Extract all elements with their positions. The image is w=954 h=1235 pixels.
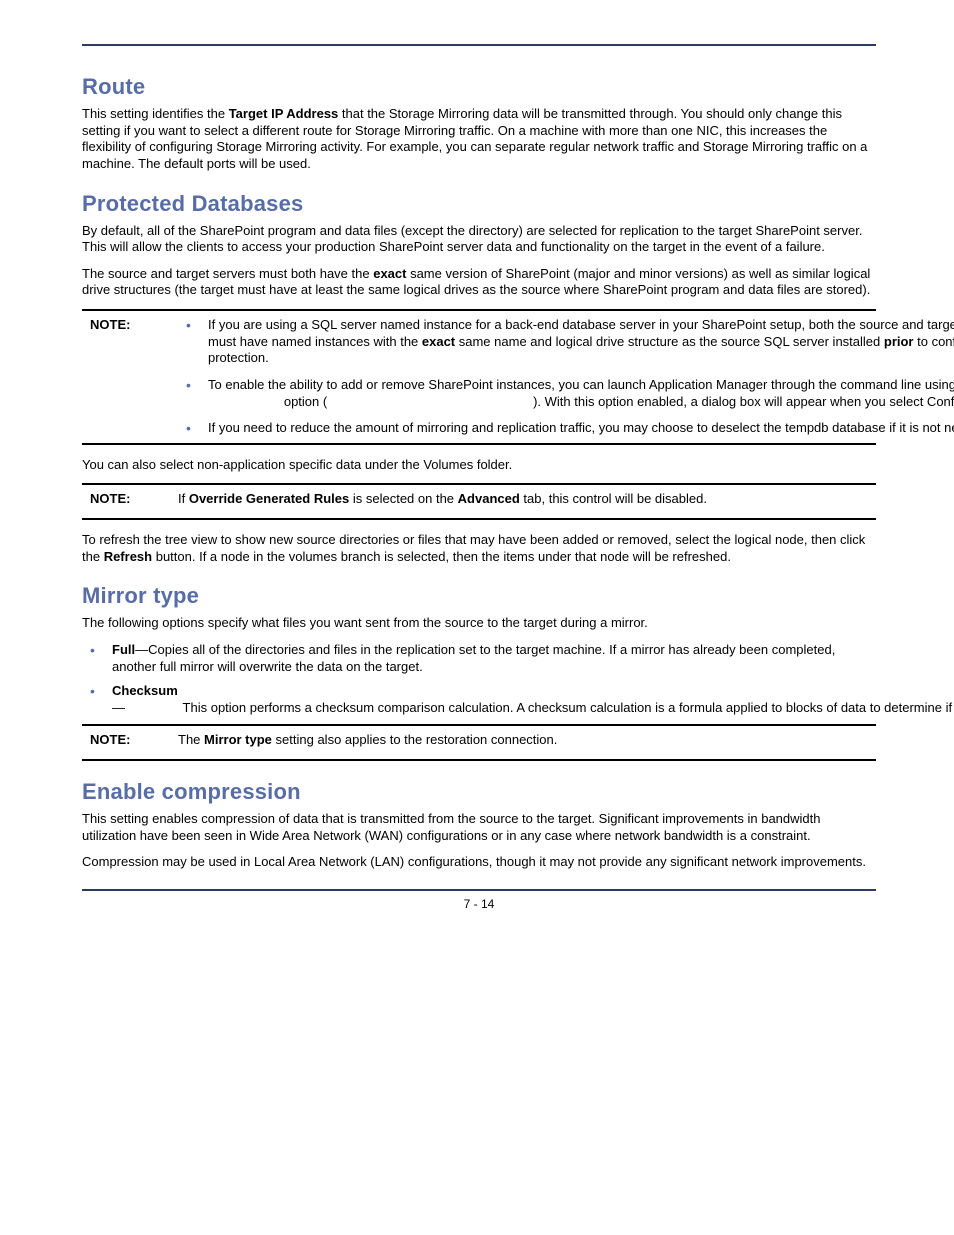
bold-text: exact: [373, 266, 406, 281]
top-rule: [82, 44, 876, 46]
route-body: This setting identifies the Target IP Ad…: [82, 106, 876, 173]
text: same name and logical drive structure as…: [455, 334, 884, 349]
body-list: Full—Copies all of the directories and f…: [82, 642, 876, 717]
text: The: [178, 732, 204, 747]
bold-text: Full: [112, 642, 135, 657]
text: This setting identifies the: [82, 106, 229, 121]
document-page: Route This setting identifies the Target…: [0, 0, 954, 1235]
list-item: To enable the ability to add or remove S…: [178, 377, 954, 410]
note-label: NOTE:: [82, 317, 178, 332]
list-item: If you are using a SQL server named inst…: [178, 317, 954, 367]
bold-text: exact: [422, 334, 455, 349]
note-box: NOTE: The Mirror type setting also appli…: [82, 724, 876, 761]
note-label: NOTE:: [82, 732, 178, 747]
note-list: If you are using a SQL server named inst…: [178, 317, 954, 437]
bold-text: Mirror type: [204, 732, 272, 747]
paragraph: The following options specify what files…: [82, 615, 876, 632]
footer-rule: [82, 889, 876, 891]
note-row: NOTE: If you are using a SQL server name…: [82, 317, 876, 437]
section-protected-databases: Protected Databases By default, all of t…: [82, 191, 876, 566]
note-box: NOTE: If Override Generated Rules is sel…: [82, 483, 876, 520]
text: — This option performs a checksum compar…: [112, 700, 954, 715]
bold-text: Advanced: [458, 491, 520, 506]
list-item: Checksum— This option performs a checksu…: [82, 683, 876, 716]
text: To enable the ability to add or remove S…: [208, 377, 954, 392]
bold-text: Target IP Address: [229, 106, 339, 121]
paragraph: The source and target servers must both …: [82, 266, 876, 299]
section-mirror-type: Mirror type The following options specif…: [82, 583, 876, 761]
note-row: NOTE: The Mirror type setting also appli…: [82, 732, 876, 753]
note-label: NOTE:: [82, 491, 178, 506]
section-enable-compression: Enable compression This setting enables …: [82, 779, 876, 871]
text: If: [178, 491, 189, 506]
heading-protected-databases: Protected Databases: [82, 191, 876, 217]
text: button. If a node in the volumes branch …: [152, 549, 731, 564]
heading-mirror-type: Mirror type: [82, 583, 876, 609]
note-content: If you are using a SQL server named inst…: [178, 317, 954, 437]
heading-enable-compression: Enable compression: [82, 779, 876, 805]
paragraph: By default, all of the SharePoint progra…: [82, 223, 876, 256]
paragraph: If Override Generated Rules is selected …: [178, 491, 870, 508]
page-number: 7 - 14: [82, 897, 876, 911]
heading-route: Route: [82, 74, 876, 100]
note-box: NOTE: If you are using a SQL server name…: [82, 309, 876, 445]
text: setting also applies to the restoration …: [272, 732, 557, 747]
list-item: If you need to reduce the amount of mirr…: [178, 420, 954, 437]
text: is selected on the: [349, 491, 457, 506]
paragraph: To refresh the tree view to show new sou…: [82, 532, 876, 565]
paragraph: The Mirror type setting also applies to …: [178, 732, 870, 749]
text: The source and target servers must both …: [82, 266, 373, 281]
note-row: NOTE: If Override Generated Rules is sel…: [82, 491, 876, 512]
list-item: Full—Copies all of the directories and f…: [82, 642, 876, 675]
bold-text: Override Generated Rules: [189, 491, 349, 506]
bold-text: Checksum: [112, 683, 178, 698]
paragraph: You can also select non-application spec…: [82, 457, 876, 474]
bold-text: Refresh: [104, 549, 152, 564]
text: option (: [208, 394, 327, 409]
text: —Copies all of the directories and files…: [112, 642, 835, 674]
note-content: If Override Generated Rules is selected …: [178, 491, 876, 512]
paragraph: This setting enables compression of data…: [82, 811, 876, 844]
section-route: Route This setting identifies the Target…: [82, 74, 876, 173]
text: tab, this control will be disabled.: [520, 491, 707, 506]
paragraph: Compression may be used in Local Area Ne…: [82, 854, 876, 871]
bold-text: prior: [884, 334, 914, 349]
text: ). With this option enabled, a dialog bo…: [327, 394, 954, 409]
note-content: The Mirror type setting also applies to …: [178, 732, 876, 753]
